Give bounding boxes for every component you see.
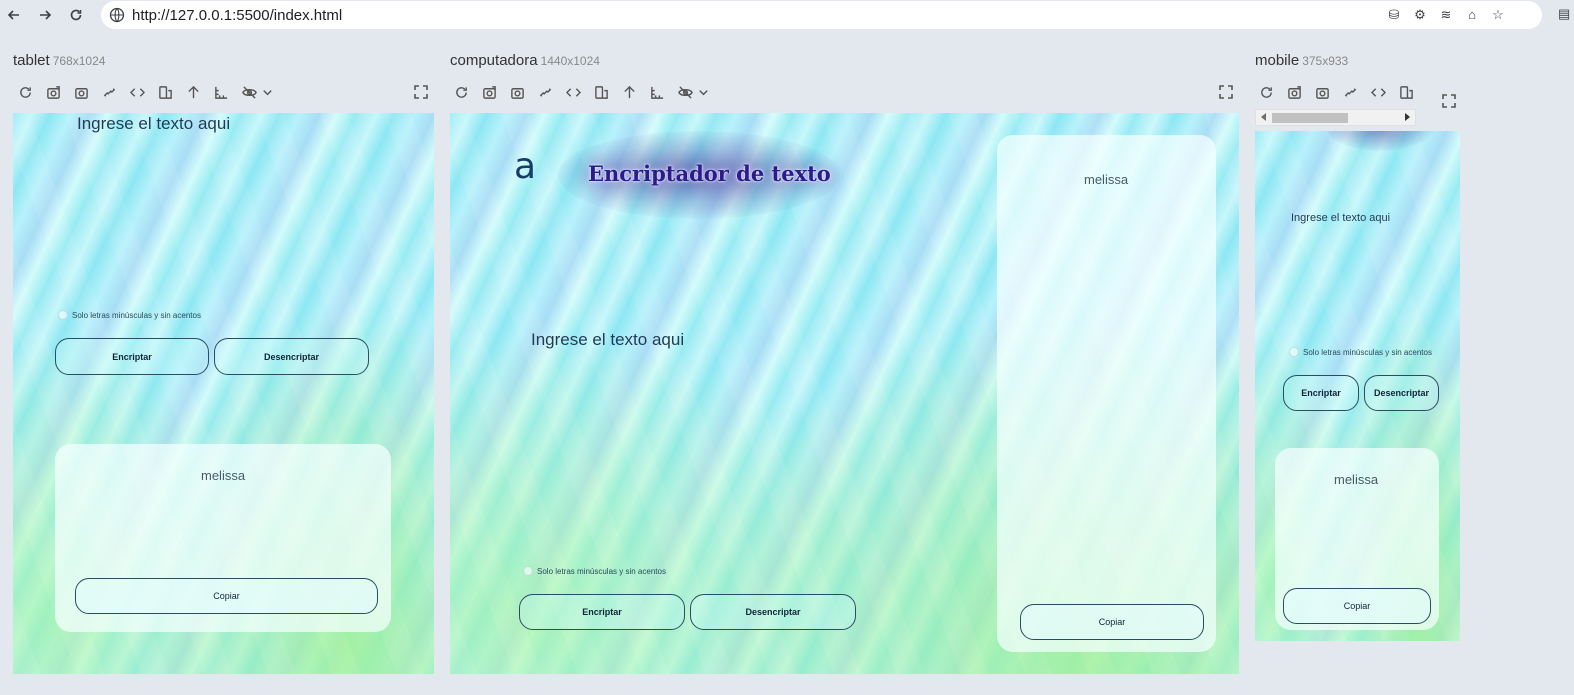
decrypt-button[interactable]: Desencriptar — [690, 594, 856, 630]
fullscreen-icon[interactable] — [1219, 85, 1235, 101]
logo: a — [514, 146, 537, 187]
scroll-top-icon[interactable] — [185, 84, 201, 100]
back-arrow-icon[interactable] — [4, 5, 24, 25]
rotate-device-icon[interactable] — [593, 84, 609, 100]
screenshot-full-icon[interactable] — [1286, 84, 1302, 100]
computer-viewport: a Encriptador de texto Ingrese el texto … — [450, 113, 1239, 674]
address-bar[interactable]: http://127.0.0.1:5500/index.html ⛁ ⚙ ≋ ⌂… — [101, 1, 1542, 29]
copy-button[interactable]: Copiar — [75, 578, 378, 614]
sidebar-icon[interactable]: ▤ — [1558, 6, 1574, 22]
computer-toolbar — [453, 84, 723, 100]
code-icon[interactable] — [129, 84, 145, 100]
scroll-right-arrow-icon[interactable] — [1405, 113, 1410, 121]
url-text: http://127.0.0.1:5500/index.html — [132, 7, 343, 24]
input-note: Solo letras minúsculas y sin acentos — [58, 310, 201, 320]
rotate-device-icon[interactable] — [1398, 84, 1414, 100]
home-icon[interactable]: ⌂ — [1464, 7, 1480, 23]
copy-button[interactable]: Copiar — [1020, 604, 1204, 640]
info-dot-icon — [523, 566, 533, 576]
device-dims: 768x1024 — [52, 54, 106, 68]
code-icon[interactable] — [1370, 84, 1386, 100]
tablet-viewport: Ingrese el texto aqui Solo letras minúsc… — [13, 113, 434, 674]
output-panel: melissa Copiar — [55, 444, 391, 632]
fullscreen-icon[interactable] — [1442, 94, 1458, 110]
output-text: melissa — [201, 468, 246, 483]
globe-icon — [109, 7, 125, 23]
encrypt-button[interactable]: Encriptar — [55, 338, 209, 375]
screenshot-full-icon[interactable] — [45, 84, 61, 100]
output-text: melissa — [1334, 472, 1379, 487]
encrypt-button[interactable]: Encriptar — [1283, 375, 1359, 411]
browser-toolbar: http://127.0.0.1:5500/index.html ⛁ ⚙ ≋ ⌂… — [0, 0, 1574, 31]
note-text: Solo letras minúsculas y sin acentos — [1303, 347, 1432, 357]
decrypt-button[interactable]: Desencriptar — [1364, 375, 1439, 411]
mobile-device-label: mobile 375x933 — [1255, 52, 1348, 69]
text-input-placeholder[interactable]: Ingrese el texto aqui — [1291, 212, 1390, 224]
bookmark-star-icon[interactable]: ☆ — [1490, 7, 1506, 23]
link-sync-icon[interactable] — [1342, 84, 1358, 100]
horizontal-scrollbar[interactable] — [1255, 109, 1416, 126]
mobile-toolbar — [1258, 84, 1426, 100]
info-dot-icon — [58, 310, 68, 320]
chevron-down-icon[interactable] — [259, 84, 275, 100]
device-name: computadora — [450, 52, 538, 69]
tablet-device-label: tablet 768x1024 — [13, 52, 105, 69]
input-note: Solo letras minúsculas y sin acentos — [523, 566, 666, 576]
ruler-icon[interactable] — [649, 84, 665, 100]
copy-button[interactable]: Copiar — [1283, 588, 1431, 624]
link-sync-icon[interactable] — [101, 84, 117, 100]
code-icon[interactable] — [565, 84, 581, 100]
tablet-toolbar — [17, 84, 287, 100]
text-input-placeholder[interactable]: Ingrese el texto aqui — [531, 330, 684, 350]
hide-eye-icon[interactable] — [677, 84, 693, 100]
app-title: Encriptador de texto — [588, 161, 831, 186]
rotate-device-icon[interactable] — [157, 84, 173, 100]
note-text: Solo letras minúsculas y sin acentos — [72, 310, 201, 320]
refresh-icon[interactable] — [1258, 84, 1274, 100]
info-dot-icon — [1289, 347, 1299, 357]
hide-eye-icon[interactable] — [241, 84, 257, 100]
output-panel: melissa Copiar — [997, 135, 1216, 652]
device-dims: 1440x1024 — [540, 54, 600, 68]
scroll-top-icon[interactable] — [621, 84, 637, 100]
camera-icon[interactable] — [509, 84, 525, 100]
device-name: mobile — [1255, 52, 1300, 69]
scrollbar-thumb[interactable] — [1272, 113, 1348, 123]
database-icon[interactable]: ⛁ — [1386, 7, 1402, 23]
note-text: Solo letras minúsculas y sin acentos — [537, 566, 666, 576]
camera-icon[interactable] — [1314, 84, 1330, 100]
encrypt-button[interactable]: Encriptar — [519, 594, 685, 630]
forward-arrow-icon[interactable] — [35, 5, 55, 25]
text-input-placeholder[interactable]: Ingrese el texto aqui — [77, 114, 230, 134]
device-dims: 375x933 — [1302, 54, 1349, 68]
fullscreen-icon[interactable] — [414, 85, 430, 101]
ruler-icon[interactable] — [213, 84, 229, 100]
decrypt-button[interactable]: Desencriptar — [214, 338, 369, 375]
output-panel: melissa Copiar — [1275, 448, 1439, 630]
input-note: Solo letras minúsculas y sin acentos — [1289, 347, 1432, 357]
scroll-left-arrow-icon[interactable] — [1261, 113, 1266, 121]
chevron-down-icon[interactable] — [695, 84, 711, 100]
screenshot-full-icon[interactable] — [481, 84, 497, 100]
wifi-icon[interactable]: ≋ — [1438, 7, 1454, 23]
link-sync-icon[interactable] — [537, 84, 553, 100]
reload-icon[interactable] — [66, 5, 86, 25]
refresh-icon[interactable] — [17, 84, 33, 100]
mobile-viewport: Ingrese el texto aqui Solo letras minúsc… — [1255, 131, 1460, 641]
extension-icon[interactable]: ⚙ — [1412, 7, 1428, 23]
refresh-icon[interactable] — [453, 84, 469, 100]
output-text: melissa — [1084, 172, 1129, 187]
camera-icon[interactable] — [73, 84, 89, 100]
computer-device-label: computadora 1440x1024 — [450, 52, 600, 69]
device-name: tablet — [13, 52, 50, 69]
